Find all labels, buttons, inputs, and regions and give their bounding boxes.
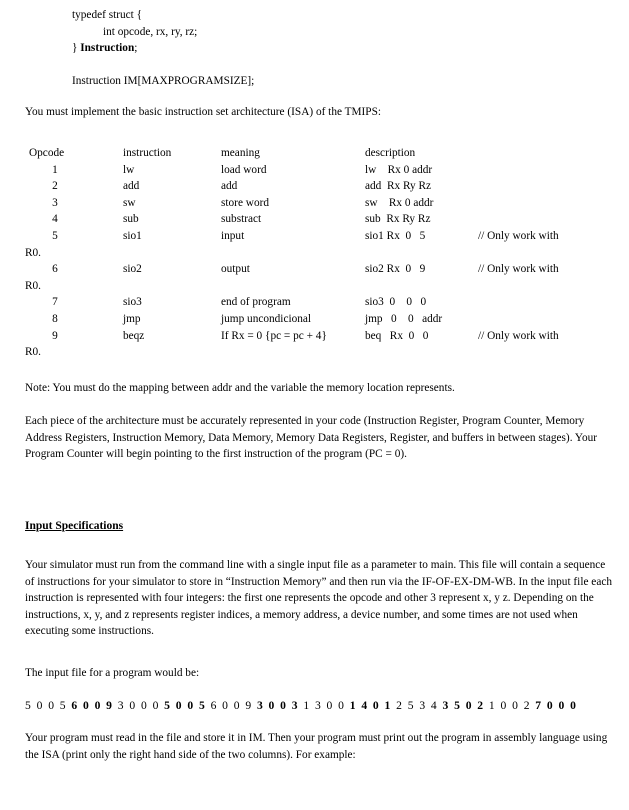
isa-cell-instruction: sio2 <box>123 263 142 276</box>
code-line-fields: int opcode, rx, ry, rz; <box>103 25 198 38</box>
isa-cell-description: lw Rx 0 addr <box>365 163 433 176</box>
isa-cell-opcode: 8 <box>52 312 58 325</box>
digit-group-10: 1 0 0 2 <box>488 699 536 712</box>
isa-cell-meaning: output <box>221 263 250 276</box>
table-row: 3 sw store word sw Rx 0 addr <box>0 195 629 212</box>
table-row: 1 lw load word lw Rx 0 addr <box>0 162 629 179</box>
digit-group-0: 5 0 0 5 <box>25 699 72 712</box>
input-specifications-paragraph: Your simulator must run from the command… <box>25 559 612 637</box>
table-row: 8 jmp jump uncondicional jmp 0 0 addr <box>0 311 629 328</box>
isa-cell-opcode: 5 <box>52 229 58 242</box>
isa-cell-comment: // Only work with <box>478 329 559 342</box>
isa-cell-description: beq Rx 0 0 <box>365 329 429 342</box>
isa-cell-opcode: 7 <box>52 296 58 309</box>
isa-cell-opcode: 9 <box>52 329 58 342</box>
isa-cell-opcode: 2 <box>52 180 58 193</box>
isa-header-instruction: instruction <box>123 147 172 159</box>
document-page: typedef struct { int opcode, rx, ry, rz;… <box>0 0 629 810</box>
isa-cell-opcode: 1 <box>52 163 58 176</box>
isa-cell-instruction: lw <box>123 163 135 176</box>
digit-group-4: 6 0 0 9 <box>210 699 257 712</box>
isa-cell-instruction: jmp <box>123 312 141 325</box>
isa-cell-instruction: sio3 <box>123 296 142 309</box>
isa-cell-opcode: 3 <box>52 196 58 209</box>
isa-cell-comment-wrap: R0. <box>25 246 42 259</box>
digit-group-5: 3 0 0 3 <box>256 699 304 712</box>
intro-paragraph: You must implement the basic instruction… <box>25 106 382 118</box>
code-line-array-decl: Instruction IM[MAXPROGRAMSIZE]; <box>72 74 255 87</box>
isa-header-meaning: meaning <box>221 147 260 159</box>
table-row: 9 beqz If Rx = 0 {pc = pc + 4} beq Rx 0 … <box>0 328 629 345</box>
isa-cell-meaning: store word <box>221 196 270 209</box>
table-row: 4 sub substract sub Rx Ry Rz <box>0 211 629 228</box>
isa-cell-meaning: load word <box>221 163 267 176</box>
isa-cell-instruction: sub <box>123 213 139 226</box>
isa-cell-description: sw Rx 0 addr <box>365 196 434 209</box>
input-file-lead-paragraph: The input file for a program would be: <box>25 667 200 679</box>
code-block-typedef: typedef struct { int opcode, rx, ry, rz;… <box>0 7 629 89</box>
digit-group-3: 5 0 0 5 <box>164 699 211 712</box>
digit-group-6: 1 3 0 0 <box>303 699 350 712</box>
input-specifications-heading-text: Input Specifications <box>25 520 124 532</box>
table-row: 6 sio2 output sio2 Rx 0 9 // Only work w… <box>0 261 629 278</box>
isa-cell-meaning: If Rx = 0 {pc = pc + 4} <box>221 329 327 342</box>
isa-cell-comment: // Only work with <box>478 263 559 276</box>
isa-cell-opcode: 4 <box>52 213 58 226</box>
input-file-digit-sequence: 5 0 0 5 6 0 0 9 3 0 0 0 5 0 0 5 6 0 0 9 … <box>25 698 625 715</box>
digit-group-1: 6 0 0 9 <box>71 699 118 712</box>
isa-cell-meaning: add <box>221 180 238 193</box>
isa-cell-instruction: beqz <box>123 329 145 342</box>
isa-row-wrap: R0. <box>0 278 629 295</box>
isa-cell-description: add Rx Ry Rz <box>365 180 432 193</box>
isa-cell-instruction: sw <box>123 196 136 209</box>
isa-cell-description: sub Rx Ry Rz <box>365 213 431 226</box>
architecture-paragraph: Each piece of the architecture must be a… <box>25 415 598 460</box>
digit-group-2: 3 0 0 0 <box>117 699 165 712</box>
table-row: 2 add add add Rx Ry Rz <box>0 178 629 195</box>
isa-cell-meaning: input <box>221 229 245 242</box>
isa-cell-meaning: jump uncondicional <box>221 312 312 325</box>
digit-group-8: 2 5 3 4 <box>396 699 443 712</box>
table-row: 7 sio3 end of program sio3 0 0 0 <box>0 294 629 311</box>
isa-header-opcode: Opcode <box>29 147 65 159</box>
isa-row-wrap: R0. <box>0 344 629 361</box>
note-paragraph: Note: You must do the mapping between ad… <box>25 382 455 394</box>
isa-cell-description: sio2 Rx 0 9 <box>365 263 426 276</box>
isa-header-row: Opcode instruction meaning description <box>0 145 629 162</box>
code-spacer <box>0 57 629 73</box>
isa-cell-opcode: 6 <box>52 263 58 276</box>
isa-cell-meaning: substract <box>221 213 262 226</box>
isa-cell-comment: // Only work with <box>478 229 559 242</box>
isa-cell-description: jmp 0 0 addr <box>365 312 443 325</box>
digit-group-9: 3 5 0 2 <box>442 699 489 712</box>
isa-cell-description: sio3 0 0 0 <box>365 296 427 309</box>
code-semicolon: ; <box>134 42 138 54</box>
input-specifications-heading: Input Specifications <box>25 518 123 535</box>
isa-cell-instruction: add <box>123 180 140 193</box>
code-line-typedef-close: } Instruction; <box>0 40 629 57</box>
isa-header-description: description <box>365 147 416 159</box>
closing-paragraph: Your program must read in the file and s… <box>25 732 608 761</box>
table-row: 5 sio1 input sio1 Rx 0 5 // Only work wi… <box>0 228 629 245</box>
isa-cell-meaning: end of program <box>221 296 291 309</box>
code-struct-name: Instruction <box>80 42 135 54</box>
code-line-typedef-open: typedef struct { <box>72 9 143 21</box>
isa-cell-description: sio1 Rx 0 5 <box>365 229 426 242</box>
code-close-brace: } <box>72 42 81 54</box>
digit-group-7: 1 4 0 1 <box>349 699 397 712</box>
isa-cell-instruction: sio1 <box>123 229 142 242</box>
isa-table: Opcode instruction meaning description 1… <box>0 145 629 361</box>
isa-cell-comment-wrap: R0. <box>25 346 42 359</box>
isa-cell-comment-wrap: R0. <box>25 279 42 292</box>
digit-group-11: 7 0 0 0 <box>535 699 578 712</box>
isa-row-wrap: R0. <box>0 245 629 262</box>
